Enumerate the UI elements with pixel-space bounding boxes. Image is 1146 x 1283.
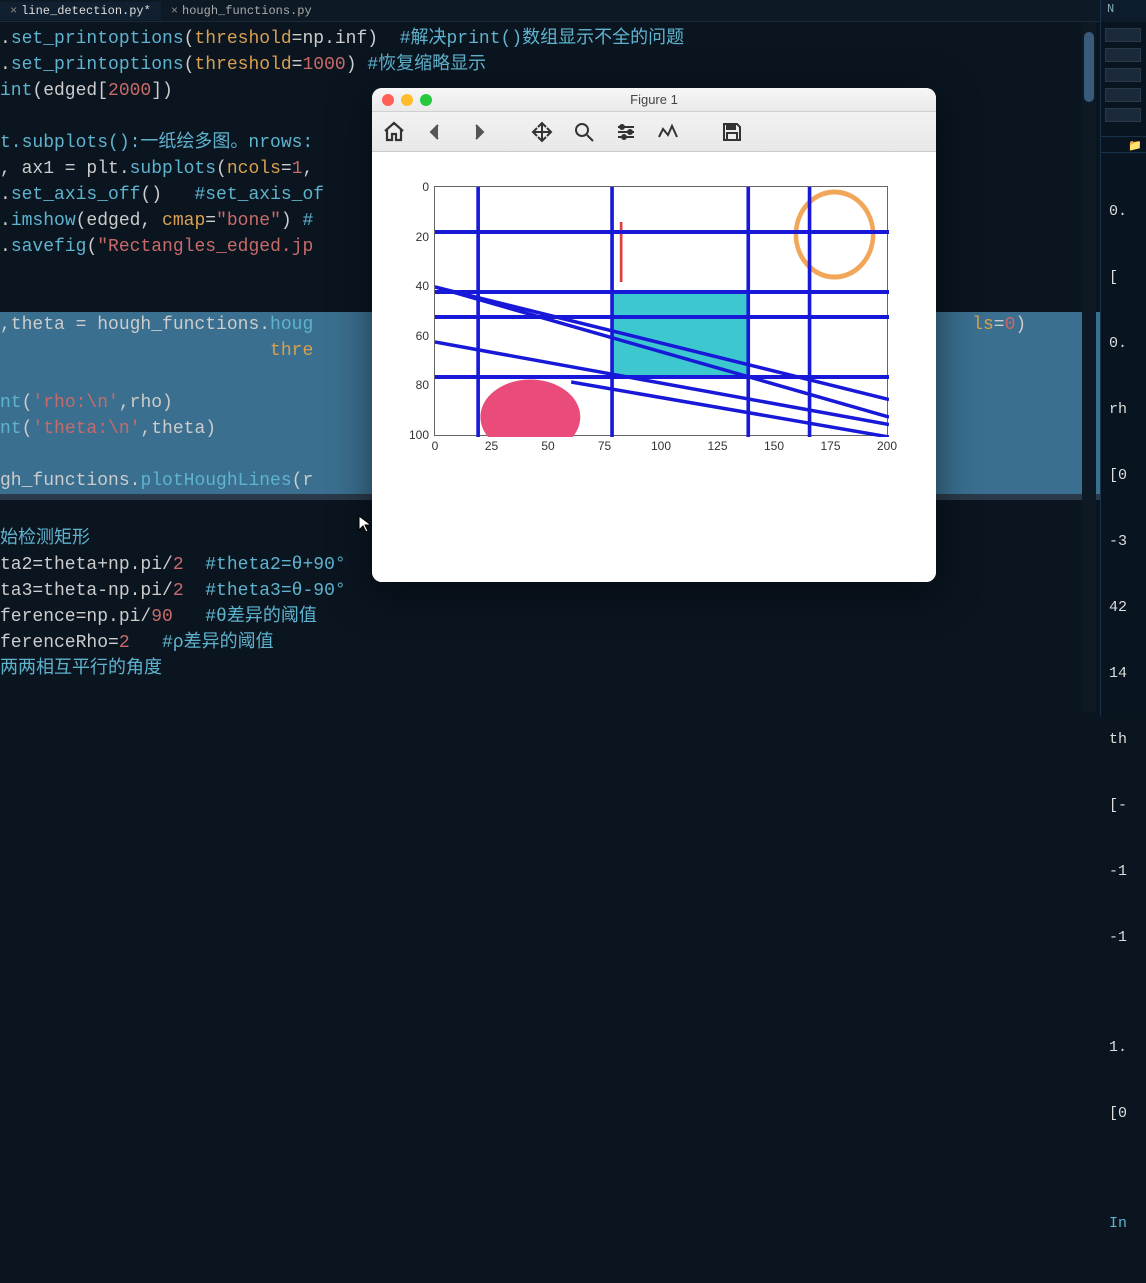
panel-item-icon[interactable] <box>1105 108 1141 122</box>
editor-tab-bar: × line_detection.py* × hough_functions.p… <box>0 0 1146 22</box>
variable-explorer-panel: N 📁 0. [ 0. rh [0 -3 42 14 th [- -1 -1 1… <box>1100 0 1146 716</box>
x-tick: 200 <box>877 435 897 453</box>
tab-label: line_detection.py* <box>21 4 151 18</box>
editor-scrollbar[interactable] <box>1082 22 1096 712</box>
y-tick: 40 <box>416 279 435 293</box>
figure-toolbar <box>372 112 936 152</box>
y-tick: 20 <box>416 230 435 244</box>
y-tick: 80 <box>416 378 435 392</box>
pan-icon[interactable] <box>528 118 556 146</box>
variable-values: 0. [ 0. rh [0 -3 42 14 th [- -1 -1 1. [0… <box>1101 153 1146 1283</box>
back-icon[interactable] <box>422 118 450 146</box>
home-icon[interactable] <box>380 118 408 146</box>
window-titlebar[interactable]: Figure 1 <box>372 88 936 112</box>
panel-header: N <box>1101 0 1146 22</box>
x-tick: 125 <box>707 435 727 453</box>
zoom-icon[interactable] <box>570 118 598 146</box>
plot-axes: 0 20 40 60 80 100 0 25 50 75 100 125 150… <box>434 186 888 436</box>
panel-item-icon[interactable] <box>1105 48 1141 62</box>
panel-item-icon[interactable] <box>1105 88 1141 102</box>
forward-icon[interactable] <box>464 118 492 146</box>
scrollbar-thumb[interactable] <box>1084 32 1094 102</box>
close-icon[interactable]: × <box>10 4 17 18</box>
y-tick: 60 <box>416 329 435 343</box>
x-tick: 100 <box>651 435 671 453</box>
tab-hough-functions[interactable]: × hough_functions.py <box>161 2 322 20</box>
x-tick: 175 <box>820 435 840 453</box>
configure-icon[interactable] <box>612 118 640 146</box>
panel-item-icon[interactable] <box>1105 28 1141 42</box>
window-title: Figure 1 <box>372 92 936 107</box>
x-tick: 50 <box>541 435 554 453</box>
y-tick: 0 <box>422 180 435 194</box>
x-tick: 150 <box>764 435 784 453</box>
save-icon[interactable] <box>718 118 746 146</box>
matplotlib-figure-window[interactable]: Figure 1 <box>372 88 936 582</box>
tab-label: hough_functions.py <box>182 4 312 18</box>
matplotlib-canvas[interactable]: 0 20 40 60 80 100 0 25 50 75 100 125 150… <box>372 152 936 582</box>
edit-icon[interactable] <box>654 118 682 146</box>
panel-item-icon[interactable] <box>1105 68 1141 82</box>
x-tick: 25 <box>485 435 498 453</box>
close-icon[interactable]: × <box>171 4 178 18</box>
x-tick: 0 <box>432 435 439 453</box>
folder-icon[interactable]: 📁 <box>1128 139 1142 150</box>
tab-line-detection[interactable]: × line_detection.py* <box>0 2 161 20</box>
x-tick: 75 <box>598 435 611 453</box>
